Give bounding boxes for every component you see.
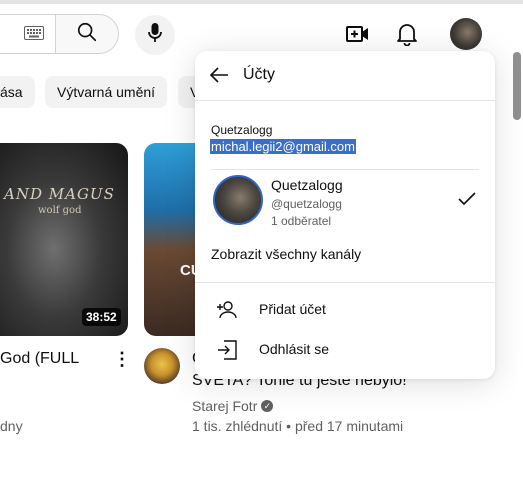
bell-icon[interactable]	[396, 22, 418, 51]
more-options-icon[interactable]: ⋮	[113, 350, 131, 368]
voice-search-button[interactable]	[135, 15, 175, 55]
keyboard-icon[interactable]	[24, 26, 44, 45]
thumbnail-text: AND MAGUS	[4, 185, 115, 203]
thumbnail-subtext: wolf god	[38, 205, 82, 216]
search-icon	[76, 21, 98, 48]
menu-header: Účty	[195, 51, 495, 101]
channel-avatar	[213, 175, 263, 225]
video-meta: dny	[0, 418, 23, 434]
add-person-icon	[215, 298, 239, 327]
scrollbar[interactable]	[513, 52, 521, 120]
video-create-icon[interactable]	[346, 23, 370, 50]
account-email: michal.legii2@gmail.com	[210, 139, 356, 154]
divider	[211, 169, 479, 170]
checkmark-icon	[457, 191, 477, 212]
channel-row[interactable]: Quetzalogg @quetzalogg 1 odběratel	[195, 171, 495, 233]
accounts-menu: Účty Quetzalogg michal.legii2@gmail.com …	[195, 51, 495, 379]
search-button[interactable]	[55, 14, 119, 54]
verified-icon: ✓	[261, 400, 274, 412]
channel-name[interactable]: Starej Fotr ✓	[192, 398, 274, 414]
channel-avatar[interactable]	[144, 348, 180, 384]
channel-handle: @quetzalogg	[271, 197, 342, 211]
video-title[interactable]: God (FULL	[0, 350, 79, 368]
microphone-icon	[147, 22, 163, 49]
divider	[195, 282, 495, 283]
video-stats: 1 tis. zhlédnutí • před 17 minutami	[192, 418, 404, 434]
divider	[195, 100, 495, 101]
sign-out-button[interactable]: Odhlásit se	[195, 330, 495, 370]
add-account-button[interactable]: Přidat účet	[195, 290, 495, 330]
menu-title: Účty	[243, 66, 275, 83]
account-name: Quetzalogg	[211, 123, 273, 137]
sign-out-label: Odhlásit se	[259, 341, 330, 357]
top-border	[0, 0, 523, 4]
sign-out-icon	[215, 338, 239, 367]
filter-chip[interactable]: ása	[0, 76, 35, 108]
video-duration: 38:52	[82, 308, 121, 326]
subscriber-count: 1 odběratel	[271, 214, 332, 228]
add-account-label: Přidat účet	[259, 301, 326, 317]
channel-name: Quetzalogg	[271, 177, 343, 193]
channel-name-label: Starej Fotr	[192, 398, 258, 414]
show-all-channels-link[interactable]: Zobrazit všechny kanály	[211, 246, 361, 262]
back-arrow-icon[interactable]	[209, 65, 229, 90]
filter-chip[interactable]: Výtvarná umění	[45, 76, 168, 108]
user-avatar[interactable]	[450, 18, 482, 50]
